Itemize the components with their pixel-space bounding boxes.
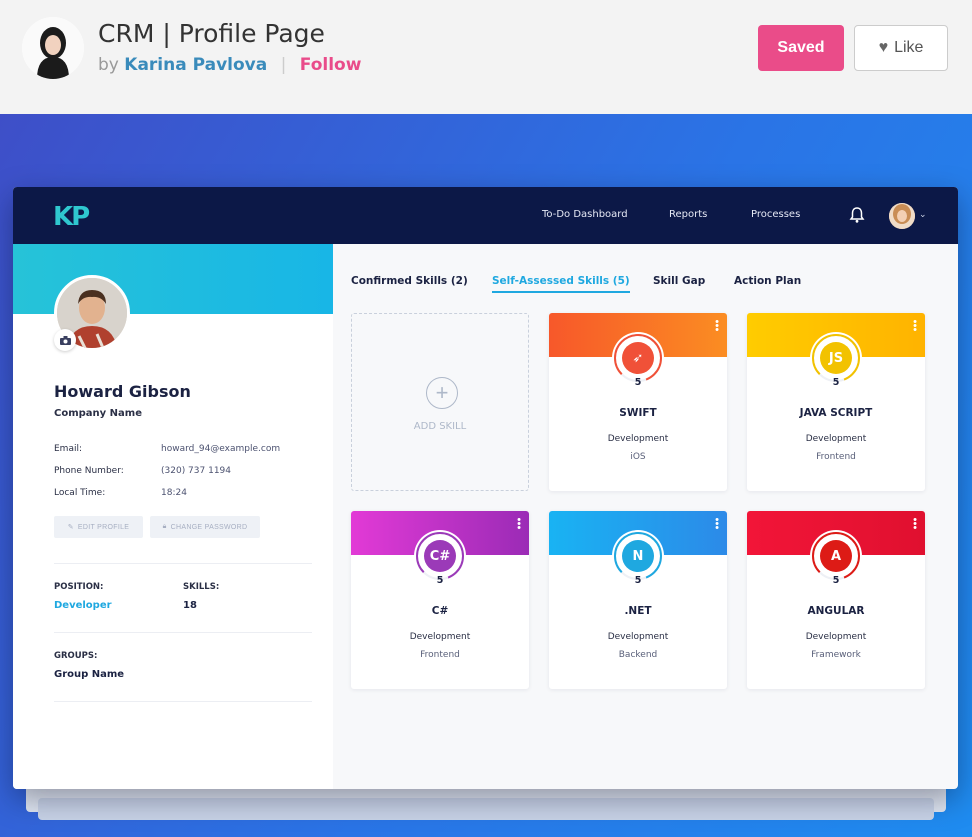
skill-category: Development [607,434,669,444]
saved-button[interactable]: Saved [758,25,844,71]
javascript-icon: JS [820,342,852,374]
tab-confirmed-skills[interactable]: Confirmed Skills (2) [351,275,468,287]
edit-profile-label: EDIT PROFILE [77,523,130,531]
lock-icon: 🔒︎ [162,523,167,530]
skill-name: C# [431,605,449,617]
more-vertical-icon[interactable]: • • • [715,515,719,534]
app-logo[interactable]: KP [53,202,90,232]
tab-action-plan[interactable]: Action Plan [734,275,801,287]
more-vertical-icon[interactable]: • • • [913,317,917,336]
skill-name: ANGULAR [807,605,865,617]
chevron-down-icon[interactable]: ⌄ [919,209,927,220]
crm-app-window: KP To-Do Dashboard Reports Processes ⌄ H… [13,187,958,789]
skill-category: Development [409,632,471,642]
phone-value: (320) 737 1194 [161,466,232,476]
change-password-label: CHANGE PASSWORD [170,523,248,531]
csharp-icon: C# [424,540,456,572]
skill-card[interactable]: • • • JS 5 JAVA SCRIPT Development Fronten… [747,313,925,491]
shot-header: CRM | Profile Page by Karina Pavlova | F… [0,0,972,114]
camera-icon [59,335,71,345]
skill-level: 5 [634,377,642,388]
skill-level: 5 [634,575,642,586]
swift-icon: ➶ [622,342,654,374]
byline: by Karina Pavlova | Follow [98,55,361,75]
tab-self-assessed-skills[interactable]: Self-Assessed Skills (5) [492,275,630,293]
add-skill-card[interactable]: + ADD SKILL [351,313,529,491]
skill-level: 5 [832,575,840,586]
profile-panel: Howard Gibson Company Name Email: howard… [13,244,333,789]
skill-subcategory: Frontend [816,452,856,462]
more-vertical-icon[interactable]: • • • [517,515,521,534]
skill-subcategory: Framework [811,650,861,660]
nav-todo-dashboard[interactable]: To-Do Dashboard [542,209,628,220]
add-skill-label: ADD SKILL [413,421,467,432]
like-button[interactable]: ♥ Like [854,25,948,71]
shot-canvas: KP To-Do Dashboard Reports Processes ⌄ H… [0,114,972,837]
change-photo-button[interactable] [54,329,76,351]
app-topbar: KP To-Do Dashboard Reports Processes ⌄ [13,187,958,244]
user-avatar[interactable] [889,203,915,229]
tab-skill-gap[interactable]: Skill Gap [653,275,705,287]
plus-icon: + [426,377,458,409]
window-shadow-layer [38,798,934,820]
divider [54,701,312,702]
skill-subcategory: Frontend [420,650,460,660]
skill-category: Development [805,434,867,444]
more-vertical-icon[interactable]: • • • [913,515,917,534]
phone-label: Phone Number: [54,466,124,476]
byline-prefix: by [98,55,119,75]
pencil-icon: ✎ [67,524,74,531]
angular-icon: A [820,540,852,572]
skills-count: 18 [183,600,197,611]
skill-card[interactable]: • • • ➶ 5 SWIFT Development iOS [549,313,727,491]
email-value: howard_94@example.com [161,444,281,454]
edit-profile-button[interactable]: ✎ EDIT PROFILE [54,516,143,538]
divider [54,563,312,564]
change-password-button[interactable]: 🔒︎ CHANGE PASSWORD [150,516,260,538]
skill-name: SWIFT [619,407,657,419]
author-avatar[interactable] [22,17,84,79]
profile-name: Howard Gibson [54,382,191,401]
position-value[interactable]: Developer [54,600,112,611]
divider [54,632,312,633]
author-link[interactable]: Karina Pavlova [124,55,267,75]
like-label: Like [894,39,924,56]
group-name: Group Name [54,669,125,680]
skill-category: Development [607,632,669,642]
company-name: Company Name [54,408,142,419]
byline-separator: | [280,55,287,75]
skill-card[interactable]: • • • C# 5 C# Development Frontend [351,511,529,689]
skill-level: 5 [832,377,840,388]
groups-label: GROUPS: [54,651,98,661]
dotnet-icon: N [622,540,654,572]
bell-icon[interactable] [849,206,865,224]
skill-name: .NET [624,605,652,617]
skill-card[interactable]: • • • N 5 .NET Development Backend [549,511,727,689]
skill-category: Development [805,632,867,642]
nav-reports[interactable]: Reports [669,209,707,220]
position-label: POSITION: [54,582,104,592]
skills-label: SKILLS: [183,582,220,592]
skill-card[interactable]: • • • A 5 ANGULAR Development Framework [747,511,925,689]
follow-link[interactable]: Follow [300,55,362,75]
local-time-label: Local Time: [54,488,106,498]
email-label: Email: [54,444,83,454]
skill-level: 5 [436,575,444,586]
skill-subcategory: iOS [630,452,646,462]
shot-title: CRM | Profile Page [98,19,325,48]
more-vertical-icon[interactable]: • • • [715,317,719,336]
heart-icon: ♥ [878,39,889,56]
local-time-value: 18:24 [161,488,187,498]
nav-processes[interactable]: Processes [751,209,800,220]
skill-name: JAVA SCRIPT [799,407,873,419]
skill-subcategory: Backend [618,650,658,660]
